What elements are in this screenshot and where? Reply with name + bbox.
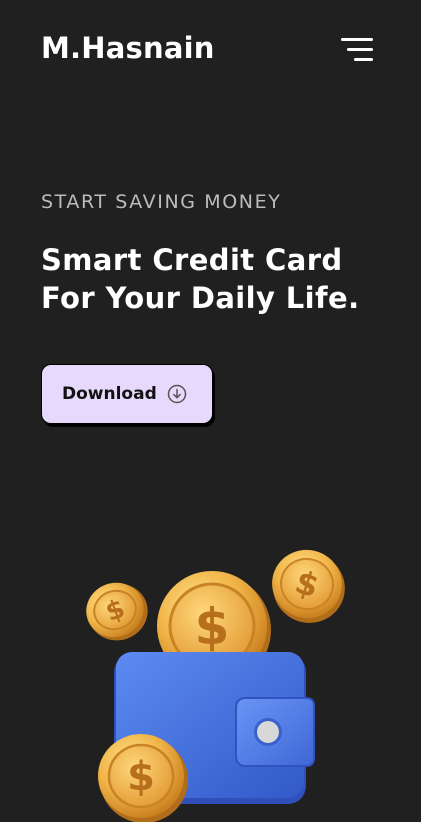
- coin: $: [86, 582, 148, 641]
- hero-headline: Smart Credit Card For Your Daily Life.: [41, 241, 360, 317]
- menu-line: [347, 48, 373, 51]
- headline-line-2: For Your Daily Life.: [41, 281, 360, 315]
- download-button-label: Download: [62, 384, 157, 404]
- coin: $: [272, 549, 345, 623]
- hamburger-menu-icon[interactable]: [336, 36, 376, 66]
- download-button[interactable]: Download: [41, 364, 213, 424]
- brand-logo[interactable]: M.Hasnain: [41, 31, 215, 65]
- menu-line: [354, 58, 373, 61]
- headline-line-1: Smart Credit Card: [41, 243, 343, 277]
- hero-eyebrow: START SAVING MONEY: [41, 191, 282, 213]
- wallet-coins-illustration: $ $ $ $: [86, 549, 345, 822]
- menu-line: [341, 38, 373, 41]
- svg-text:$: $: [195, 598, 230, 656]
- svg-text:$: $: [127, 754, 155, 800]
- download-circle-icon: [167, 384, 187, 404]
